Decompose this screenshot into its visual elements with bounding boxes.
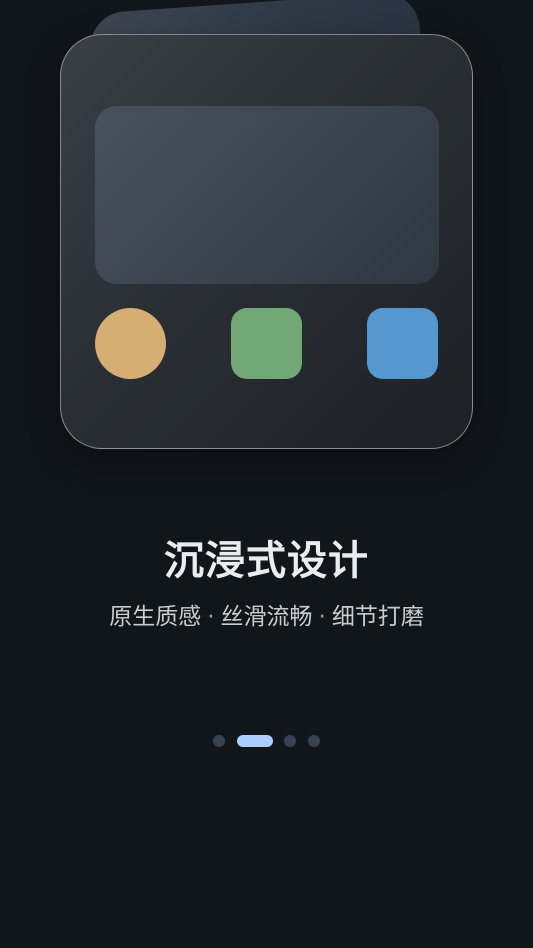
subtitle-separator: · — [318, 604, 326, 630]
onboarding-title: 沉浸式设计 — [164, 538, 369, 584]
page-indicator — [0, 734, 533, 748]
circle-app-icon — [95, 308, 166, 379]
subtitle-part-native-feel: 原生质感 — [109, 604, 202, 630]
page-dot-2-active[interactable] — [237, 735, 273, 747]
subtitle-part-smooth: 丝滑流畅 — [220, 604, 313, 630]
onboarding-subtitle: 原生质感 · 丝滑流畅 · 细节打磨 — [0, 597, 533, 631]
blue-app-icon — [367, 308, 438, 379]
subtitle-part-details: 细节打磨 — [331, 604, 424, 630]
green-app-icon — [231, 308, 302, 379]
page-dot-3[interactable] — [284, 735, 296, 747]
subtitle-separator: · — [207, 604, 215, 630]
onboarding-screen: 沉浸式设计 原生质感 · 丝滑流畅 · 细节打磨 — [0, 0, 533, 948]
illustration-card — [60, 34, 473, 449]
page-dot-4[interactable] — [308, 735, 320, 747]
page-dot-1[interactable] — [213, 735, 225, 747]
illustration-screen-panel — [95, 106, 439, 284]
